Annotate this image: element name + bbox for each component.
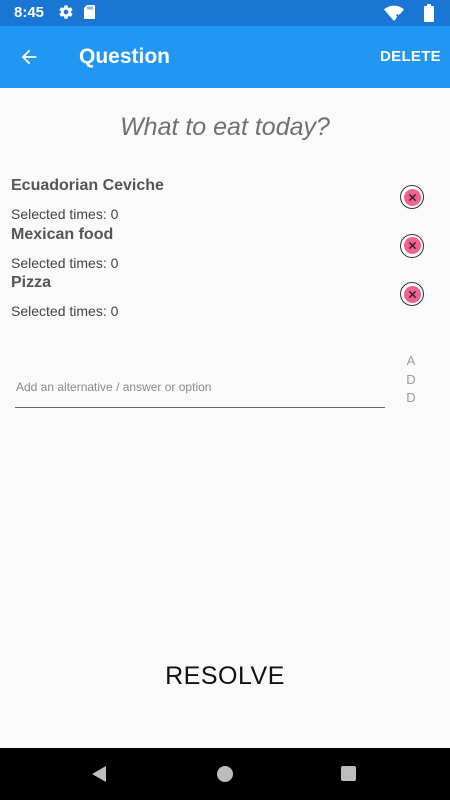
wifi-icon	[384, 5, 404, 21]
option-item: Ecuadorian Ceviche Selected times: 0	[0, 172, 450, 222]
page-title: Question	[79, 45, 171, 68]
delete-button[interactable]: DELETE	[380, 48, 441, 65]
options-list: Ecuadorian Ceviche Selected times: 0 Mex…	[0, 172, 450, 319]
remove-option-button[interactable]	[400, 282, 424, 306]
app-bar: Question DELETE	[0, 26, 450, 88]
status-bar: 8:45	[0, 0, 450, 26]
nav-back-icon[interactable]	[90, 765, 108, 783]
close-icon	[403, 237, 421, 254]
nav-recents-icon[interactable]	[341, 766, 356, 781]
close-icon	[403, 188, 421, 206]
option-item: Pizza Selected times: 0	[0, 269, 450, 319]
sd-card-icon	[84, 5, 95, 19]
navigation-bar	[0, 748, 450, 800]
close-icon	[403, 285, 421, 303]
option-name: Mexican food	[11, 225, 114, 243]
add-button-letter: A	[406, 353, 416, 368]
add-button-letter: D	[406, 390, 416, 405]
settings-icon	[59, 5, 73, 19]
remove-option-button[interactable]	[400, 233, 424, 258]
arrow-back-icon	[21, 49, 37, 65]
alternative-input[interactable]	[15, 366, 385, 408]
add-button[interactable]: A D D	[400, 352, 422, 408]
option-name: Ecuadorian Ceviche	[11, 177, 164, 194]
remove-option-button[interactable]	[400, 185, 424, 209]
nav-home-icon[interactable]	[217, 766, 233, 782]
option-name: Pizza	[11, 274, 52, 291]
resolve-button[interactable]: RESOLVE	[0, 662, 450, 691]
status-time: 8:45	[14, 4, 45, 21]
option-selected-count: Selected times: 0	[11, 303, 119, 319]
add-button-letter: D	[406, 371, 416, 387]
back-button[interactable]	[14, 43, 44, 71]
option-item: Mexican food Selected times: 0	[0, 221, 450, 271]
battery-icon	[424, 4, 434, 22]
question-title: What to eat today?	[120, 113, 330, 141]
